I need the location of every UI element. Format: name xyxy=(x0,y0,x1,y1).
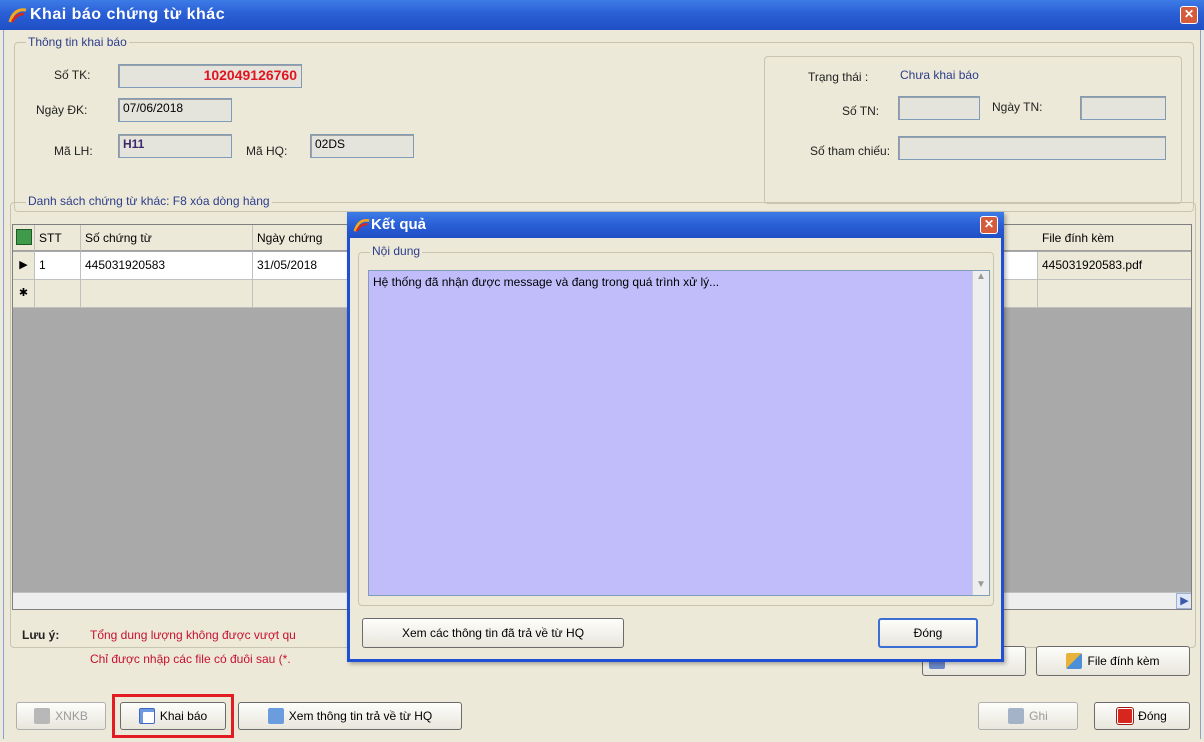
dialog-vertical-scrollbar[interactable]: ▲ ▼ xyxy=(972,271,989,595)
result-dialog: Kết quả ✕ Nội dung Hệ thống đã nhận được… xyxy=(347,212,1004,662)
dialog-message-area[interactable]: Hệ thống đã nhận được message và đang tr… xyxy=(368,270,990,596)
dialog-logo-icon xyxy=(353,219,370,232)
ma-hq-label: Mã HQ: xyxy=(246,144,288,158)
row-pointer-icon: ▶ xyxy=(13,252,35,280)
new-cell-stt[interactable] xyxy=(35,280,81,308)
column-header-file-dinh-kem[interactable]: File đính kèm xyxy=(1038,225,1191,251)
note-line-1: Tổng dung lượng không được vượt qu xyxy=(90,628,296,642)
grid-corner[interactable] xyxy=(13,225,35,251)
grid-excel-icon xyxy=(16,229,32,245)
so-tk-label: Số TK: xyxy=(54,68,91,82)
list-group-label: Danh sách chứng từ khác: F8 xóa dòng hàn… xyxy=(26,194,272,208)
so-tn-field[interactable] xyxy=(898,96,980,120)
window-close-button[interactable]: ✕ xyxy=(1180,6,1198,24)
dong-label: Đóng xyxy=(1138,709,1167,723)
xnkb-icon xyxy=(34,708,51,724)
dialog-message: Hệ thống đã nhận được message và đang tr… xyxy=(373,275,720,289)
cell-file-dinh-kem[interactable]: 445031920583.pdf xyxy=(1038,252,1191,280)
so-tk-field[interactable]: 102049126760 xyxy=(118,64,302,88)
so-tn-label: Số TN: xyxy=(842,104,880,118)
app-logo-icon xyxy=(8,8,27,23)
attach-file-icon xyxy=(1066,653,1083,669)
close-icon xyxy=(1117,708,1134,724)
ghi-label: Ghi xyxy=(1029,709,1048,723)
cell-so-chung-tu[interactable]: 445031920583 xyxy=(81,252,253,280)
view-info-icon xyxy=(267,708,284,724)
khai-bao-label: Khai báo xyxy=(159,709,208,723)
ngay-tn-field[interactable] xyxy=(1080,96,1166,120)
note-line-2: Chỉ được nhập các file có đuôi sau (*. xyxy=(90,652,291,666)
ma-lh-field[interactable]: H11 xyxy=(118,134,232,158)
dialog-dong-button[interactable]: Đóng xyxy=(878,618,978,648)
ghi-button[interactable]: Ghi xyxy=(978,702,1078,730)
declare-icon xyxy=(138,708,155,724)
ngay-dk-field[interactable]: 07/06/2018 xyxy=(118,98,232,122)
dialog-xem-button[interactable]: Xem các thông tin đã trả về từ HQ xyxy=(362,618,624,648)
dialog-content-label: Nội dung xyxy=(370,244,423,258)
scroll-down-icon[interactable]: ▼ xyxy=(973,579,989,595)
info-group-label: Thông tin khai báo xyxy=(26,35,129,49)
ma-hq-field[interactable]: 02DS xyxy=(310,134,414,158)
new-cell-file[interactable] xyxy=(1038,280,1191,308)
dialog-close-button[interactable]: ✕ xyxy=(980,216,998,234)
scroll-up-icon[interactable]: ▲ xyxy=(973,271,989,287)
column-header-so-chung-tu[interactable]: Số chứng từ xyxy=(81,225,253,251)
khai-bao-button[interactable]: Khai báo xyxy=(120,702,226,730)
file-dinh-kem-button[interactable]: File đính kèm xyxy=(1036,646,1190,676)
note-label: Lưu ý: xyxy=(22,628,60,642)
ngay-tn-label: Ngày TN: xyxy=(992,100,1043,114)
save-icon xyxy=(1008,708,1025,724)
new-cell-so-chung-tu[interactable] xyxy=(81,280,253,308)
new-row-icon: ✱ xyxy=(13,280,35,308)
so-tham-chieu-label: Số tham chiếu: xyxy=(810,144,891,158)
dialog-title: Kết quả xyxy=(371,216,427,233)
window-title: Khai báo chứng từ khác xyxy=(30,6,226,23)
so-tham-chieu-field[interactable] xyxy=(898,136,1166,160)
trang-thai-value: Chưa khai báo xyxy=(900,68,979,82)
ma-lh-label: Mã LH: xyxy=(54,144,93,158)
xnkb-label: XNKB xyxy=(55,709,88,723)
scroll-right-icon[interactable]: ▶ xyxy=(1176,593,1191,609)
file-dinh-kem-label: File đính kèm xyxy=(1087,654,1160,668)
ngay-dk-label: Ngày ĐK: xyxy=(36,103,88,117)
trang-thai-label: Trạng thái : xyxy=(808,70,869,84)
column-header-stt[interactable]: STT xyxy=(35,225,81,251)
cell-stt[interactable]: 1 xyxy=(35,252,81,280)
dong-button[interactable]: Đóng xyxy=(1094,702,1190,730)
xem-thong-tin-button[interactable]: Xem thông tin trả về từ HQ xyxy=(238,702,462,730)
window-title-bar: Khai báo chứng từ khác ✕ xyxy=(0,0,1204,30)
dialog-title-bar: Kết quả ✕ xyxy=(347,212,1004,238)
xem-thong-tin-label: Xem thông tin trả về từ HQ xyxy=(288,709,433,723)
xnkb-button[interactable]: XNKB xyxy=(16,702,106,730)
